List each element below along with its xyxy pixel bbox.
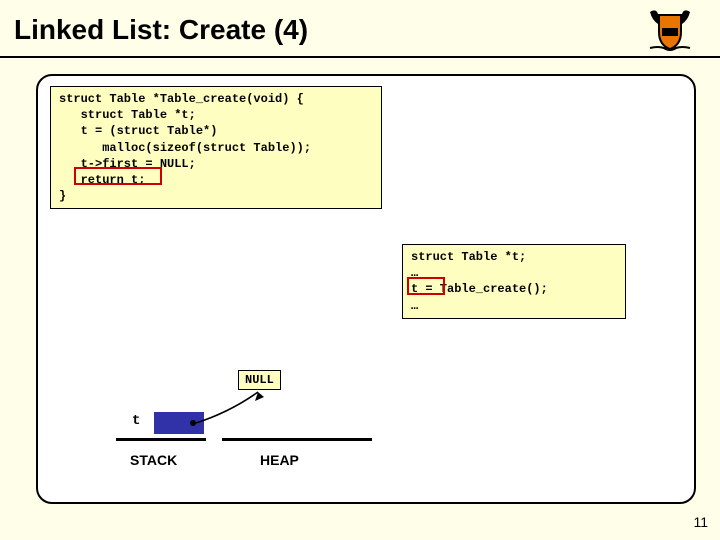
title-bar: Linked List: Create (4) [0,0,720,58]
code-block-definition: struct Table *Table_create(void) { struc… [50,86,382,209]
stack-label: STACK [130,452,177,468]
page-title: Linked List: Create (4) [0,0,720,56]
stack-var-label: t [132,413,140,429]
stack-var-box [154,412,204,434]
heap-label: HEAP [260,452,299,468]
princeton-shield-logo [644,6,696,59]
page-number: 11 [693,514,708,530]
code-block-usage: struct Table *t; … t = Table_create(); … [402,244,626,319]
stack-underline [116,438,206,441]
heap-null-node: NULL [238,370,281,390]
heap-underline [222,438,372,441]
